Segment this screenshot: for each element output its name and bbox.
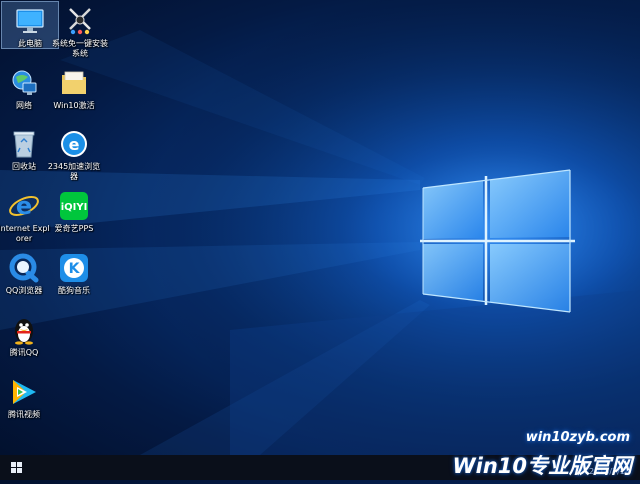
desktop-icon-qq-browser[interactable]: QQ浏览器	[0, 249, 52, 296]
browser-2345-icon: e	[58, 128, 90, 160]
desktop-icon-label: 腾讯视频	[8, 410, 40, 419]
qq-penguin-icon	[8, 314, 40, 346]
desktop-icon-label: 回收站	[12, 162, 36, 171]
desktop-icon-label: 腾讯QQ	[9, 348, 39, 357]
desktop-icon-label: 酷狗音乐	[58, 286, 90, 295]
svg-text:e: e	[69, 135, 80, 154]
desktop-icon-iqiyi-pps[interactable]: iQIYI 爱奇艺PPS	[46, 187, 102, 234]
desktop-icon-label: Win10激活	[53, 101, 95, 110]
desktop-icon-tencent-qq[interactable]: 腾讯QQ	[0, 311, 52, 358]
desktop-icon-label: 此电脑	[18, 39, 42, 48]
desktop-icon-label: 系统免一键安装系统	[52, 39, 108, 58]
desktop-icon-label: 爱奇艺PPS	[54, 224, 94, 233]
svg-text:K: K	[69, 261, 81, 277]
desktop-icon-label: 网络	[16, 101, 32, 110]
taskbar: 2018/7/18	[0, 455, 640, 480]
desktop-icon-label: QQ浏览器	[5, 286, 43, 295]
qq-browser-icon	[8, 252, 40, 284]
svg-text:e: e	[16, 192, 32, 220]
svg-text:iQIYI: iQIYI	[61, 202, 88, 213]
iqiyi-icon: iQIYI	[58, 190, 90, 222]
start-button[interactable]	[0, 455, 36, 480]
desktop-icon-2345-browser[interactable]: e 2345加速浏览器	[46, 125, 102, 182]
folder-icon	[58, 67, 90, 99]
kugou-icon: K	[58, 252, 90, 284]
recycle-bin-icon	[8, 128, 40, 160]
tencent-video-icon	[8, 376, 40, 408]
clock-date[interactable]: 2018/7/18	[589, 467, 630, 476]
system-installer-icon	[64, 5, 96, 37]
network-icon	[8, 67, 40, 99]
desktop-icon-label: Internet Explorer	[0, 224, 50, 243]
desktop[interactable]: 此电脑 系统免一键安装系统 网络 Win10激活 回收站 e 2345加速浏览器…	[0, 0, 640, 455]
desktop-icon-network[interactable]: 网络	[0, 64, 52, 111]
desktop-icon-system-installer[interactable]: 系统免一键安装系统	[52, 2, 108, 59]
windows-logo-icon	[11, 462, 22, 473]
desktop-icon-tencent-video[interactable]: 腾讯视频	[0, 373, 52, 420]
desktop-icon-this-pc[interactable]: 此电脑	[1, 1, 59, 49]
desktop-icon-win10-activate[interactable]: Win10激活	[46, 64, 102, 111]
system-tray[interactable]: 2018/7/18	[500, 455, 640, 480]
desktop-icon-kugou-music[interactable]: K 酷狗音乐	[46, 249, 102, 296]
desktop-icon-recycle-bin[interactable]: 回收站	[0, 125, 52, 172]
internet-explorer-icon: e	[8, 190, 40, 222]
desktop-icon-internet-explorer[interactable]: e Internet Explorer	[0, 187, 52, 244]
this-pc-icon	[14, 5, 46, 37]
desktop-icon-grid: 此电脑 系统免一键安装系统 网络 Win10激活 回收站 e 2345加速浏览器…	[0, 0, 110, 455]
desktop-icon-label: 2345加速浏览器	[47, 162, 101, 181]
